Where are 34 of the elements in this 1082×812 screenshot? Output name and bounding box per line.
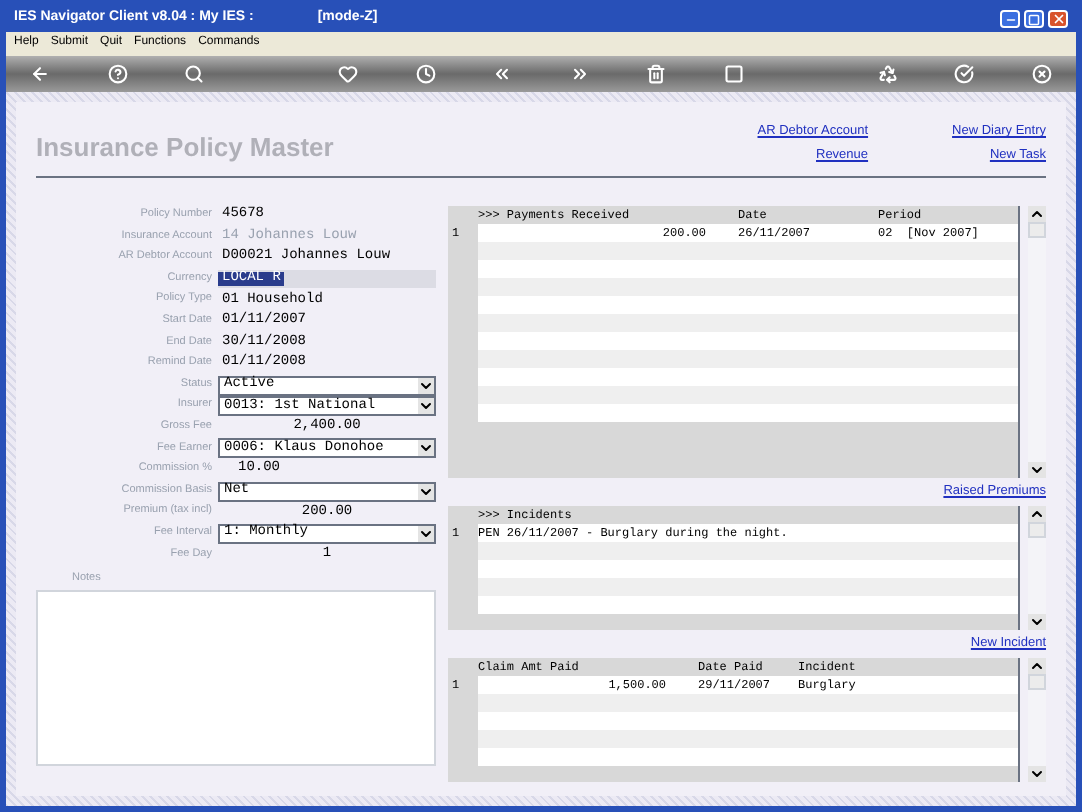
close-icon (1051, 12, 1065, 26)
recycle-icon[interactable] (877, 64, 898, 84)
scroll-down-icon (1028, 613, 1046, 629)
scroll-up-icon (1028, 505, 1046, 521)
dropdown-caret-icon (418, 525, 434, 542)
help-icon[interactable] (107, 64, 128, 84)
maximize-button[interactable] (1024, 10, 1044, 28)
double-left-icon[interactable] (492, 64, 513, 84)
dropdown-caret-icon (418, 398, 434, 415)
minimize-icon (1003, 14, 1017, 26)
search-icon[interactable] (184, 64, 205, 84)
close-icon[interactable] (1031, 64, 1052, 84)
trash-icon[interactable] (646, 64, 667, 84)
square-icon[interactable] (723, 64, 744, 84)
maximize-icon (1028, 13, 1040, 25)
scrollbar[interactable] (1028, 505, 1046, 629)
back-arrow-icon[interactable] (30, 64, 50, 84)
close-button[interactable] (1048, 10, 1068, 28)
dropdown-caret-icon (418, 377, 434, 394)
scrollbar[interactable] (1028, 657, 1046, 781)
scroll-down-icon (1028, 461, 1046, 477)
scroll-up-icon (1028, 657, 1046, 673)
scroll-down-icon (1028, 765, 1046, 781)
minimize-button[interactable] (1000, 10, 1020, 28)
scroll-up-icon (1028, 205, 1046, 221)
heart-icon[interactable] (338, 64, 359, 84)
page-title: Insurance Policy Master (36, 130, 334, 166)
check-icon[interactable] (954, 64, 975, 84)
dropdown-caret-icon (418, 483, 434, 500)
double-right-icon[interactable] (569, 64, 590, 84)
scrollbar[interactable] (1028, 205, 1046, 477)
dropdown-caret-icon (418, 440, 434, 457)
notes-field[interactable] (36, 589, 436, 766)
clock-icon[interactable] (415, 64, 436, 84)
